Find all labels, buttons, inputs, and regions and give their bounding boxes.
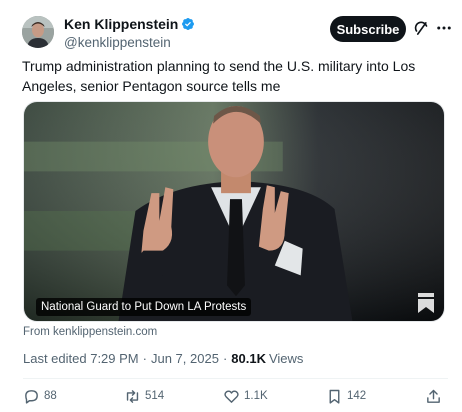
author-name[interactable]: Ken Klippenstein — [64, 16, 178, 32]
like-count: 1.1K — [244, 390, 268, 402]
views-label: Views — [268, 351, 304, 366]
bookmark-count: 142 — [347, 390, 367, 402]
card-image — [24, 102, 444, 321]
tweet-header: Ken Klippenstein @kenklippenstein Subscr… — [22, 14, 451, 50]
repost-button[interactable]: 514 — [124, 386, 164, 406]
divider — [23, 378, 448, 379]
tweet-date[interactable]: Jun 7, 2025 — [151, 351, 219, 366]
repost-icon — [126, 389, 139, 403]
bookmark-button[interactable]: 142 — [326, 386, 366, 406]
link-card[interactable]: National Guard to Put Down LA Protests — [23, 101, 445, 322]
meta-separator: · — [222, 351, 228, 366]
tweet-meta: Last edited 7:29 PM · Jun 7, 2025 · 80.1… — [23, 351, 303, 366]
more-icon[interactable] — [434, 19, 454, 37]
action-bar: 88 514 1.1K 142 — [23, 386, 443, 406]
verified-badge-icon — [182, 18, 195, 30]
edited-time[interactable]: Last edited 7:29 PM — [23, 351, 139, 366]
reply-count: 88 — [44, 390, 57, 402]
share-icon — [427, 389, 440, 403]
bookmark-icon — [418, 293, 434, 313]
avatar[interactable] — [22, 16, 54, 48]
reply-button[interactable]: 88 — [23, 386, 57, 406]
repost-count: 514 — [145, 390, 165, 402]
author-handle[interactable]: @kenklippenstein — [64, 35, 195, 50]
author-block: Ken Klippenstein @kenklippenstein — [64, 16, 195, 50]
bookmark-icon — [329, 389, 340, 404]
like-button[interactable]: 1.1K — [223, 386, 268, 406]
card-source-link[interactable]: From kenklippenstein.com — [23, 326, 157, 338]
meta-separator: · — [142, 351, 147, 366]
reply-icon — [25, 389, 38, 404]
views-count: 80.1K — [231, 351, 266, 366]
share-button[interactable] — [425, 386, 446, 406]
tweet-text: Trump administration planning to send th… — [22, 58, 416, 94]
subscribe-button[interactable]: Subscribe — [330, 16, 406, 42]
like-icon — [224, 389, 239, 403]
grok-icon[interactable] — [414, 21, 429, 36]
card-title: National Guard to Put Down LA Protests — [36, 298, 252, 316]
